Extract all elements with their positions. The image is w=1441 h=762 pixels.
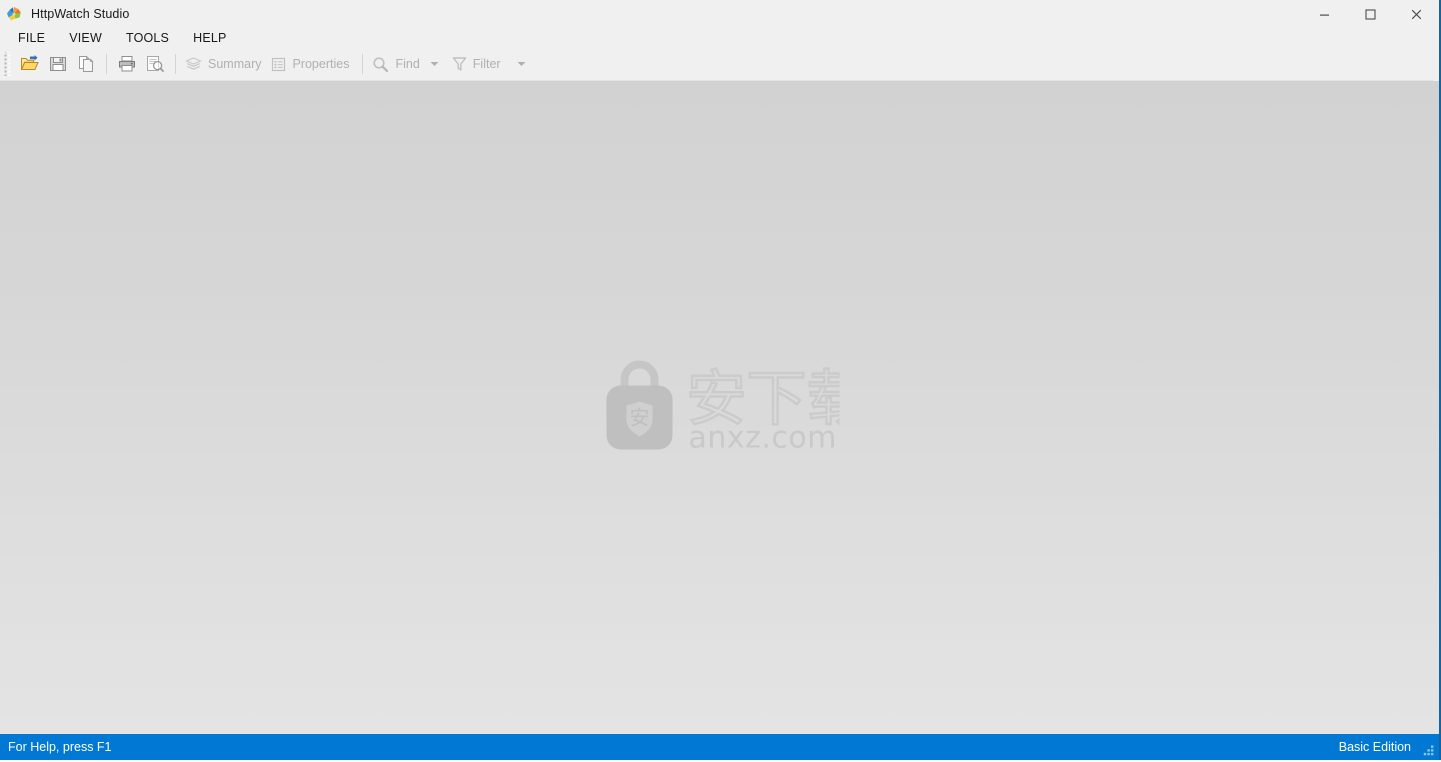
minimize-button[interactable]	[1301, 0, 1347, 28]
summary-label: Summary	[208, 57, 262, 71]
close-button[interactable]	[1393, 0, 1439, 28]
menu-tools[interactable]: TOOLS	[126, 30, 180, 46]
properties-list-icon	[271, 57, 286, 72]
window-title: HttpWatch Studio	[31, 7, 130, 21]
find-button[interactable]: Find	[369, 51, 426, 77]
httpwatch-pinwheel-icon	[5, 5, 23, 23]
open-file-button[interactable]	[16, 51, 44, 77]
maximize-button[interactable]	[1347, 0, 1393, 28]
toolbar-separator-1	[106, 54, 107, 74]
toolbar-grip-handle[interactable]	[4, 52, 13, 76]
filter-button[interactable]: Filter	[449, 51, 508, 77]
menu-file[interactable]: FILE	[18, 30, 56, 46]
resize-grip[interactable]	[1422, 744, 1435, 757]
menu-view[interactable]: VIEW	[69, 30, 113, 46]
watermark-badge-char: 安	[629, 405, 649, 429]
window-controls	[1301, 0, 1439, 28]
menu-help[interactable]: HELP	[193, 30, 237, 46]
search-icon	[372, 56, 389, 73]
status-edition-label: Basic Edition	[1338, 740, 1411, 754]
menu-bar: FILE VIEW TOOLS HELP	[0, 28, 1439, 48]
watermark-domain-text: anxz.com	[688, 421, 837, 454]
find-dropdown-chevron-down-icon[interactable]	[427, 51, 443, 77]
watermark-text-block: 安下载 anxz.com	[684, 362, 839, 454]
watermark-bag-icon: 安	[600, 357, 678, 458]
status-bar: For Help, press F1 Basic Edition	[0, 734, 1439, 760]
main-toolbar: Summary Properties Find Filter	[0, 48, 1433, 81]
print-button[interactable]	[113, 51, 141, 77]
funnel-icon	[452, 56, 467, 72]
copy-button[interactable]	[72, 51, 100, 77]
status-help-hint: For Help, press F1	[8, 740, 112, 754]
save-button[interactable]	[44, 51, 72, 77]
properties-button[interactable]: Properties	[268, 51, 356, 77]
title-bar: HttpWatch Studio	[0, 0, 1439, 28]
toolbar-separator-2	[175, 54, 176, 74]
client-area: 安 安下载 anxz.com	[0, 81, 1439, 734]
filter-dropdown-chevron-down-icon[interactable]	[514, 51, 530, 77]
layers-icon	[185, 56, 202, 72]
filter-label: Filter	[472, 57, 501, 71]
print-preview-button[interactable]	[141, 51, 169, 77]
find-label: Find	[395, 57, 420, 71]
toolbar-separator-3	[362, 54, 364, 74]
application-window: HttpWatch Studio FILE VIEW TOOLS HELP Su…	[0, 0, 1441, 760]
watermark: 安 安下载 anxz.com	[600, 357, 839, 458]
toolbar-region: Summary Properties Find Filter	[0, 48, 1439, 81]
summary-button[interactable]: Summary	[182, 51, 268, 77]
properties-label: Properties	[292, 57, 350, 71]
